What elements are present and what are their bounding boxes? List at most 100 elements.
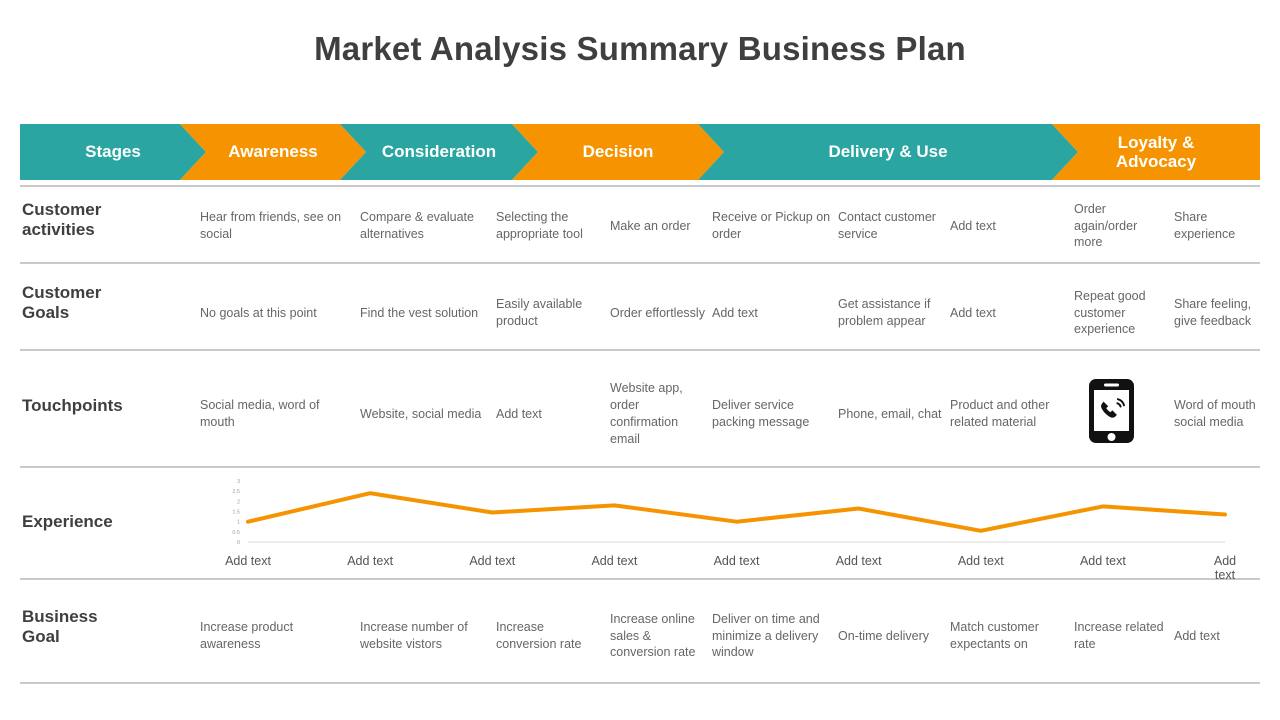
x-axis-tick-label[interactable]: Add text: [836, 554, 882, 568]
y-axis-tick: 0.5: [232, 530, 240, 536]
matrix-cell[interactable]: Social media, word of mouth: [200, 375, 350, 453]
cell-text: Add text: [950, 218, 996, 233]
matrix-cell[interactable]: Deliver on time and minimize a delivery …: [712, 596, 832, 676]
matrix-cell[interactable]: On-time delivery: [838, 596, 944, 676]
matrix-cell[interactable]: Match customer expectants on: [950, 596, 1066, 676]
cell-text: Website app, order confirmation email: [610, 381, 683, 446]
stage-label: Loyalty & Advocacy: [1115, 132, 1197, 171]
row-separator: [20, 578, 1260, 580]
cell-text: Repeat good customer experience: [1074, 288, 1146, 337]
slide-canvas: Market Analysis Summary Business Plan St…: [0, 0, 1280, 720]
row-separator: [20, 466, 1260, 468]
cell-text: Website, social media: [360, 406, 482, 421]
matrix-cell[interactable]: Get assistance if problem appear: [838, 277, 944, 349]
cell-text: Product and other related material: [950, 398, 1050, 429]
matrix-cell[interactable]: Contact customer service: [838, 190, 944, 262]
matrix-cell[interactable]: Product and other related material: [950, 375, 1066, 453]
matrix-cell[interactable]: Increase number of website vistors: [360, 596, 490, 676]
x-axis-tick-label[interactable]: Add text: [469, 554, 515, 568]
cell-text: Order again/order more: [1074, 201, 1138, 250]
cell-text: Increase conversion rate: [496, 620, 582, 651]
cell-text: No goals at this point: [200, 305, 317, 320]
x-axis-tick-label[interactable]: Add text: [591, 554, 637, 568]
matrix-cell[interactable]: Find the vest solution: [360, 277, 490, 349]
stage-chevron-delivery-use[interactable]: Delivery & Use: [698, 124, 1078, 180]
mobile-phone-call-icon: [1088, 378, 1135, 449]
stage-chevron-awareness[interactable]: Awareness: [180, 124, 366, 180]
matrix-cell[interactable]: Make an order: [610, 190, 706, 262]
cell-text: Match customer expectants on: [950, 620, 1039, 651]
page-title: Market Analysis Summary Business Plan: [314, 30, 966, 67]
matrix-cell[interactable]: Website app, order confirmation email: [610, 375, 706, 453]
matrix-cell[interactable]: Easily available product: [496, 277, 602, 349]
cell-text: Contact customer service: [838, 210, 936, 241]
x-axis-tick-label[interactable]: Add text: [347, 554, 393, 568]
x-axis-tick-label[interactable]: Add text: [958, 554, 1004, 568]
matrix-cell[interactable]: Word of mouth social media: [1174, 375, 1258, 453]
y-axis-tick: 3: [237, 479, 240, 485]
cell-text: Social media, word of mouth: [200, 398, 320, 429]
matrix-cell[interactable]: Compare & evaluate alternatives: [360, 190, 490, 262]
cell-text: Increase related rate: [1074, 620, 1164, 651]
cell-text: Add text: [712, 305, 758, 320]
matrix-cell[interactable]: Selecting the appropriate tool: [496, 190, 602, 262]
matrix-cell[interactable]: Add text: [496, 375, 602, 453]
cell-text: Hear from friends, see on social: [200, 210, 342, 241]
x-axis-tick-label[interactable]: Add text: [225, 554, 271, 568]
matrix-cell[interactable]: Order effortlessly: [610, 277, 706, 349]
matrix-cell[interactable]: Add text: [1174, 596, 1258, 676]
stage-label: Stages: [85, 142, 141, 162]
cell-text: Selecting the appropriate tool: [496, 210, 583, 241]
cell-text: Compare & evaluate alternatives: [360, 210, 474, 241]
cell-text: Get assistance if problem appear: [838, 297, 931, 328]
x-axis-tick-label[interactable]: Add text: [1080, 554, 1126, 568]
x-axis-tick-label[interactable]: Add text: [1208, 554, 1243, 582]
cell-text: Add text: [1174, 628, 1220, 643]
matrix-cell[interactable]: No goals at this point: [200, 277, 350, 349]
row-separator: [20, 185, 1260, 187]
matrix-cell[interactable]: Hear from friends, see on social: [200, 190, 350, 262]
matrix-cell[interactable]: Website, social media: [360, 375, 490, 453]
matrix-cell[interactable]: Share feeling, give feedback: [1174, 277, 1258, 349]
cell-text: Word of mouth social media: [1174, 398, 1256, 429]
matrix-cell[interactable]: Share experience: [1174, 190, 1258, 262]
row-label-customer-activities: Customer activities: [22, 200, 102, 240]
row-label-customer-goals: Customer Goals: [22, 283, 102, 323]
cell-text: Make an order: [610, 218, 691, 233]
stage-chevron-loyalty-advocacy[interactable]: Loyalty & Advocacy: [1052, 124, 1260, 180]
y-axis-tick: 2.5: [232, 489, 240, 495]
matrix-cell[interactable]: Add text: [950, 190, 1066, 262]
stage-chevron-decision[interactable]: Decision: [512, 124, 724, 180]
cell-text: Increase online sales & conversion rate: [610, 611, 696, 660]
stage-banner: Stages Awareness Consideration Decision …: [20, 124, 1260, 180]
matrix-cell[interactable]: Repeat good customer experience: [1074, 277, 1166, 349]
experience-line-chart: 0 0.5 1 1.5 2 2.5 3 Add text Add text Add text Add…: [200, 474, 1260, 582]
stage-label: Decision: [582, 142, 654, 162]
cell-text: Share experience: [1174, 210, 1236, 241]
x-axis-tick-label[interactable]: Add text: [714, 554, 760, 568]
matrix-cell[interactable]: Phone, email, chat: [838, 375, 944, 453]
y-axis-tick: 0: [237, 540, 240, 546]
stage-chevron-stages[interactable]: Stages: [20, 124, 206, 180]
stage-label: Delivery & Use: [828, 142, 948, 162]
cell-text: Increase number of website vistors: [360, 620, 468, 651]
cell-text: Add text: [496, 406, 542, 421]
stage-label: Awareness: [228, 142, 318, 162]
row-separator: [20, 682, 1260, 684]
y-axis-tick: 1: [237, 520, 240, 526]
matrix-cell[interactable]: Increase conversion rate: [496, 596, 602, 676]
matrix-cell[interactable]: Receive or Pickup on order: [712, 190, 832, 262]
matrix-cell[interactable]: Increase online sales & conversion rate: [610, 596, 706, 676]
matrix-cell[interactable]: Deliver service packing message: [712, 375, 832, 453]
matrix-cell[interactable]: Increase product awareness: [200, 596, 350, 676]
matrix-cell[interactable]: Increase related rate: [1074, 596, 1166, 676]
stage-chevron-consideration[interactable]: Consideration: [340, 124, 538, 180]
y-axis-tick: 1.5: [232, 510, 240, 516]
row-label-business-goal: Business Goal: [22, 607, 98, 647]
matrix-cell[interactable]: Add text: [712, 277, 832, 349]
matrix-cell[interactable]: Order again/order more: [1074, 190, 1166, 262]
cell-text: Easily available product: [496, 297, 583, 328]
cell-text: Add text: [950, 305, 996, 320]
matrix-cell[interactable]: Add text: [950, 277, 1066, 349]
cell-text: Order effortlessly: [610, 305, 705, 320]
